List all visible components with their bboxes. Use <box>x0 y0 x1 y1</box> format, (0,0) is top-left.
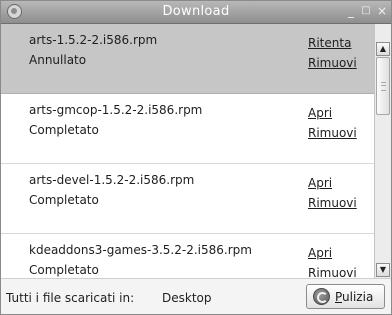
open-link[interactable]: Apri <box>308 246 332 260</box>
scroll-down-icon[interactable]: ▼ <box>376 263 390 277</box>
clean-up-label: Pulizia <box>335 290 374 304</box>
window-title: Download <box>162 4 230 19</box>
remove-link[interactable]: Rimuovi <box>308 196 357 210</box>
minimize-button[interactable]: _ <box>344 3 358 19</box>
download-item[interactable]: kdeaddons3-games-3.5.2-2.i586.rpm Comple… <box>1 234 374 278</box>
maximize-button[interactable]: □ <box>359 3 373 19</box>
scroll-thumb[interactable] <box>376 57 390 115</box>
list-scrollbar[interactable]: ▲ ▼ <box>374 24 391 278</box>
download-item[interactable]: arts-devel-1.5.2-2.i586.rpm Completato A… <box>1 164 374 234</box>
download-status: Annullato <box>29 53 87 67</box>
remove-link[interactable]: Rimuovi <box>308 126 357 140</box>
remove-link[interactable]: Rimuovi <box>308 56 357 70</box>
download-filename: arts-devel-1.5.2-2.i586.rpm <box>29 173 195 187</box>
download-filename: arts-1.5.2-2.i586.rpm <box>29 33 158 47</box>
scroll-up-icon[interactable]: ▲ <box>376 42 390 56</box>
grip-icon <box>381 82 386 91</box>
download-filename: arts-gmcop-1.5.2-2.i586.rpm <box>29 103 203 117</box>
download-window: Download _ □ × arts-1.5.2-2.i586.rpm Ann… <box>0 0 392 315</box>
clean-icon <box>313 288 330 305</box>
remove-link[interactable]: Rimuovi <box>308 266 357 278</box>
download-filename: kdeaddons3-games-3.5.2-2.i586.rpm <box>29 243 252 257</box>
open-link[interactable]: Apri <box>308 106 332 120</box>
retry-link[interactable]: Ritenta <box>308 36 351 50</box>
destination-label: Tutti i file scaricati in: <box>6 291 135 305</box>
clean-up-button[interactable]: Pulizia <box>306 284 385 309</box>
download-status: Completato <box>29 193 99 207</box>
title-bar[interactable]: Download _ □ × <box>1 1 391 24</box>
downloads-list: arts-1.5.2-2.i586.rpm Annullato Ritenta … <box>1 24 374 278</box>
destination-folder[interactable]: Desktop <box>162 291 212 305</box>
download-item[interactable]: arts-gmcop-1.5.2-2.i586.rpm Completato A… <box>1 94 374 164</box>
download-status: Completato <box>29 263 99 277</box>
download-status: Completato <box>29 123 99 137</box>
download-item[interactable]: arts-1.5.2-2.i586.rpm Annullato Ritenta … <box>1 24 374 94</box>
footer-bar: Tutti i file scaricati in: Desktop Puliz… <box>1 278 391 314</box>
close-button[interactable]: × <box>375 3 389 19</box>
open-link[interactable]: Apri <box>308 176 332 190</box>
